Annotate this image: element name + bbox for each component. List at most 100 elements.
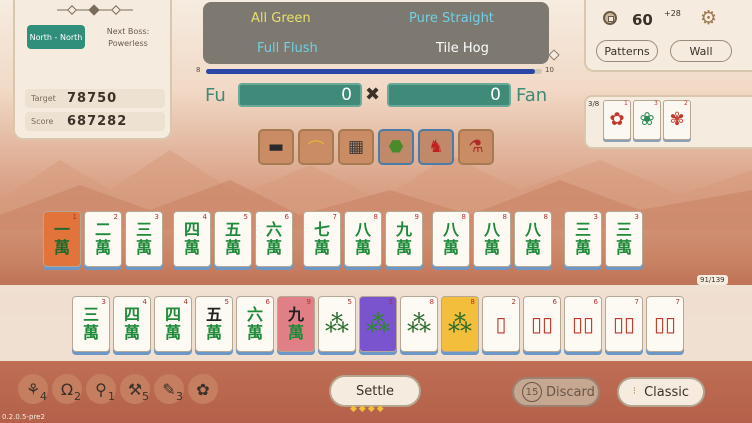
- hand-tile[interactable]: 5 ⁂: [359, 296, 397, 352]
- tile-suit: 萬: [183, 238, 200, 257]
- hand-tile[interactable]: 6 ▯▯: [523, 296, 561, 352]
- hand-tile[interactable]: 5 ⁂: [318, 296, 356, 352]
- hand-tile[interactable]: 5五萬: [195, 296, 233, 352]
- tool-6-icon[interactable]: ✿: [188, 374, 218, 404]
- hand-full-flush[interactable]: Full Flush: [257, 41, 318, 56]
- bonus-tile-number: 3: [654, 100, 658, 107]
- meld-tile[interactable]: 6六萬: [255, 211, 293, 267]
- hand-tile[interactable]: 2 ▯: [482, 296, 520, 352]
- meld-tile[interactable]: 3三萬: [564, 211, 602, 267]
- tile-numeral: 八: [354, 220, 371, 239]
- scoring-hands-panel: All Green Pure Straight Full Flush Tile …: [203, 2, 549, 64]
- tile-numeral: 九: [395, 220, 412, 239]
- bonus-tile-number: 1: [624, 100, 628, 107]
- tile-suit: 萬: [205, 323, 222, 342]
- tile-suit: 萬: [287, 323, 304, 342]
- tile-numeral: 三: [135, 220, 152, 239]
- hand-tile[interactable]: 7 ▯▯: [646, 296, 684, 352]
- score-label: Score: [31, 117, 54, 126]
- bananas-icon[interactable]: ⌒: [298, 129, 334, 165]
- tile-face: 四: [123, 305, 140, 324]
- meld-tile[interactable]: 9九萬: [385, 211, 423, 267]
- tile-number: 5: [243, 213, 248, 221]
- tile-face: 四: [164, 305, 181, 324]
- meld-tile[interactable]: 7七萬: [303, 211, 341, 267]
- classic-label: Classic: [644, 384, 690, 400]
- tile-number: 6: [552, 298, 557, 306]
- tile-suit: 萬: [123, 323, 140, 342]
- tile-numeral: 七: [313, 220, 330, 239]
- wall-button[interactable]: Wall: [670, 40, 732, 62]
- tile-number: 9: [306, 298, 311, 306]
- tile-face: ⁂: [448, 310, 472, 338]
- round-wind-badge: North - North: [27, 25, 85, 49]
- hand-tile[interactable]: 3三萬: [72, 296, 110, 352]
- tile-suit: 萬: [615, 238, 632, 257]
- fan-value-box: 0: [387, 83, 511, 107]
- discard-count: 15: [522, 382, 542, 402]
- hand-tile-hog[interactable]: Tile Hog: [436, 41, 489, 56]
- tile-numeral: 八: [442, 220, 459, 239]
- meld-tile[interactable]: 5五萬: [214, 211, 252, 267]
- hand-tile[interactable]: 9九萬: [277, 296, 315, 352]
- next-boss-label: Next Boss: Powerless: [93, 26, 163, 50]
- hand-all-green[interactable]: All Green: [251, 11, 311, 26]
- tile-numeral: 八: [483, 220, 500, 239]
- hand-tile[interactable]: 8 ⁂: [400, 296, 438, 352]
- hand-tile[interactable]: 6六萬: [236, 296, 274, 352]
- sunglasses-icon-glyph: ▬: [267, 137, 285, 157]
- meld-tile[interactable]: 8八萬: [473, 211, 511, 267]
- tile-number: 5: [388, 298, 393, 306]
- menu-dots-icon: ⁝: [632, 386, 637, 397]
- tile-face: 六: [246, 305, 263, 324]
- tile-number: 6: [265, 298, 270, 306]
- meld-tile[interactable]: 4四萬: [173, 211, 211, 267]
- potion-icon[interactable]: ⚗: [458, 129, 494, 165]
- abacus-icon[interactable]: ▦: [338, 129, 374, 165]
- discard-button[interactable]: 15 Discard: [512, 377, 600, 407]
- settle-button[interactable]: Settle: [329, 375, 421, 407]
- tile-numeral: 六: [265, 220, 282, 239]
- hand-tile[interactable]: 7 ▯▯: [605, 296, 643, 352]
- tile-number: 7: [332, 213, 337, 221]
- classic-mode-button[interactable]: ⁝ Classic: [617, 377, 705, 407]
- ornament-divider: [57, 4, 133, 16]
- patterns-button[interactable]: Patterns: [596, 40, 658, 62]
- green-sack-icon[interactable]: ⬣: [378, 129, 414, 165]
- tile-numeral: 三: [615, 220, 632, 239]
- meld-tile[interactable]: 2二萬: [84, 211, 122, 267]
- hand-tile[interactable]: 4四萬: [113, 296, 151, 352]
- hand-tile[interactable]: 6 ▯▯: [564, 296, 602, 352]
- tile-suit: 萬: [53, 238, 70, 257]
- tile-number: 3: [634, 213, 639, 221]
- meld-tile[interactable]: 3三萬: [125, 211, 163, 267]
- tile-suit: 萬: [135, 238, 152, 257]
- tile-suit: 萬: [524, 238, 541, 257]
- hand-tile[interactable]: 4四萬: [154, 296, 192, 352]
- red-bird-icon[interactable]: ♞: [418, 129, 454, 165]
- bonus-count: 3/8: [588, 100, 600, 108]
- tile-suit: 萬: [94, 238, 111, 257]
- hand-tile[interactable]: 8 ⁂: [441, 296, 479, 352]
- tile-suit: 萬: [574, 238, 591, 257]
- discard-label: Discard: [546, 384, 595, 400]
- tile-numeral: 三: [574, 220, 591, 239]
- sunglasses-icon[interactable]: ▬: [258, 129, 294, 165]
- settings-gear-icon[interactable]: ⚙: [700, 9, 717, 28]
- hands-panel-corner-diamond: [548, 49, 560, 61]
- tile-suit: 萬: [224, 238, 241, 257]
- tile-number: 2: [511, 298, 516, 306]
- score-row: Score 687282: [25, 112, 165, 131]
- tool-5-count: 3: [176, 390, 183, 403]
- round-info-panel: North - North Next Boss: Powerless Targe…: [13, 0, 172, 140]
- meld-tile[interactable]: 3三萬: [605, 211, 643, 267]
- tile-number: 3: [593, 213, 598, 221]
- next-boss-name: Powerless: [108, 39, 148, 48]
- meld-tile[interactable]: 1一萬: [43, 211, 81, 267]
- version-label: 0.2.0.5-pre2: [2, 413, 45, 421]
- coin-icon: [603, 11, 617, 25]
- meld-tile[interactable]: 8八萬: [432, 211, 470, 267]
- hand-pure-straight[interactable]: Pure Straight: [409, 11, 494, 26]
- meld-tile[interactable]: 8八萬: [344, 211, 382, 267]
- meld-tile[interactable]: 8八萬: [514, 211, 552, 267]
